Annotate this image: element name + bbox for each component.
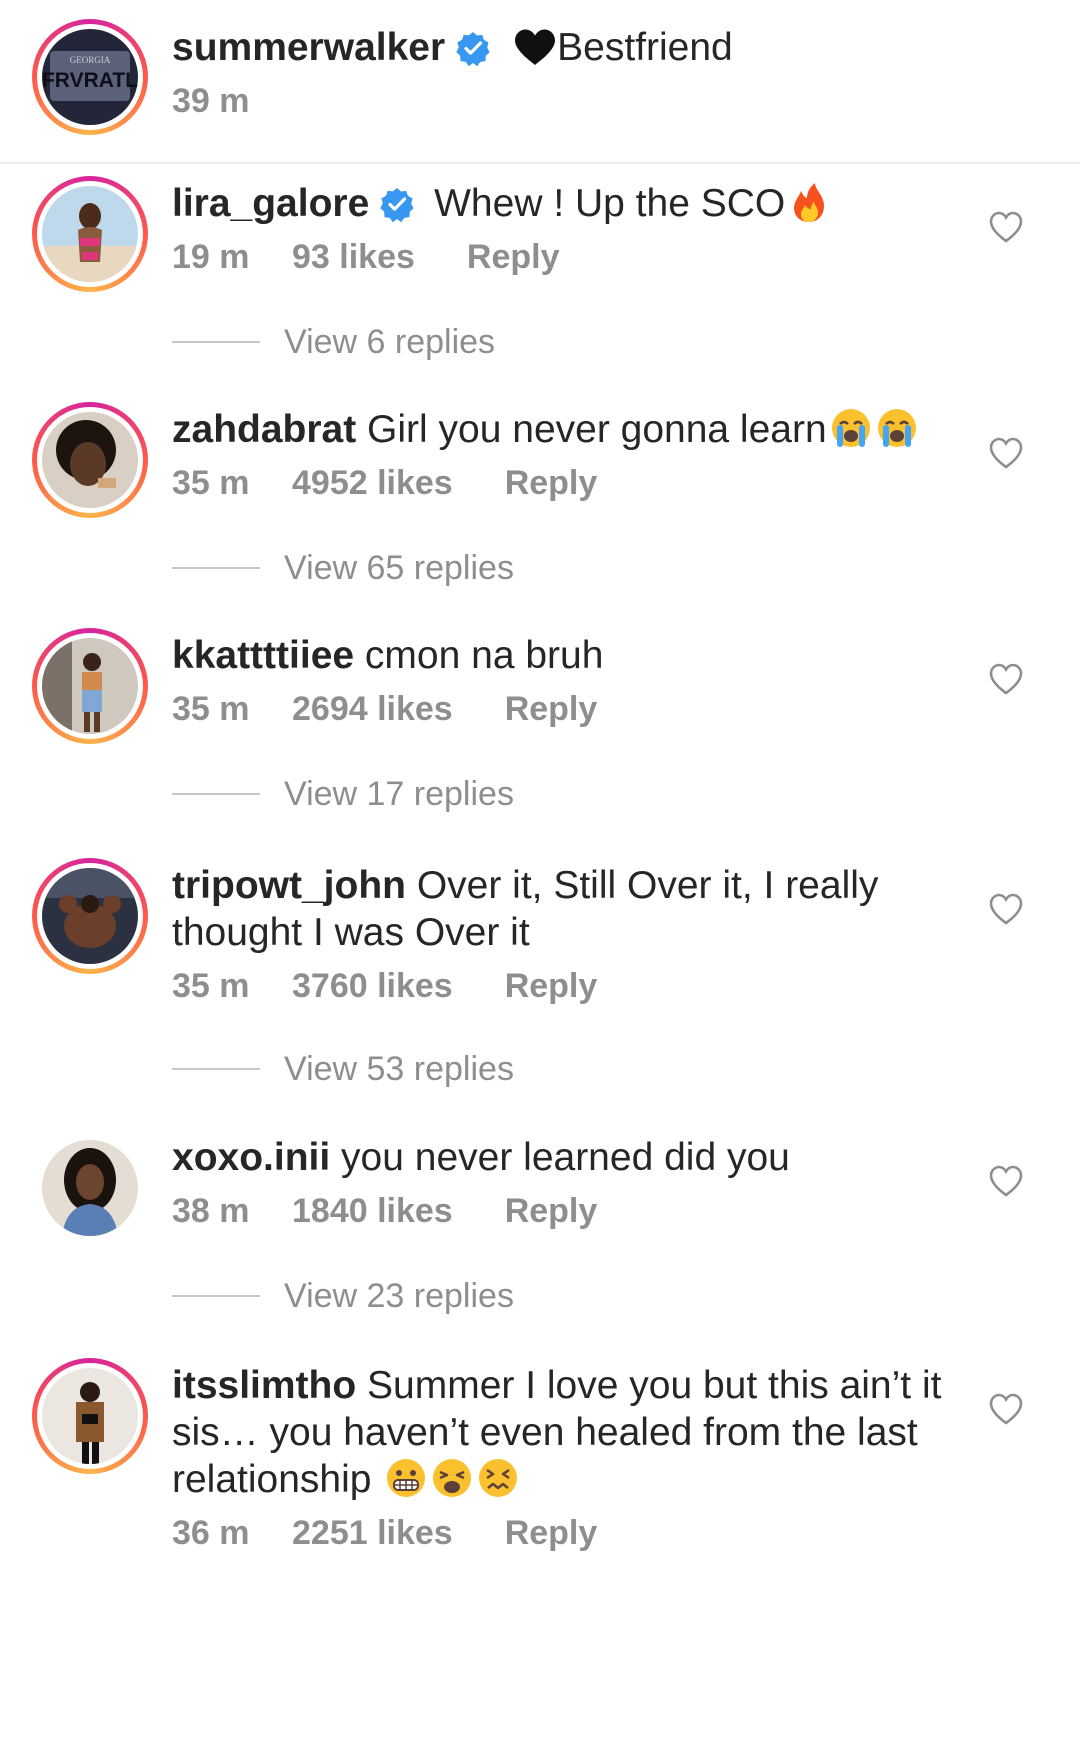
heart-outline-icon[interactable] bbox=[988, 892, 1024, 926]
comment-username[interactable]: lira_galore bbox=[172, 182, 369, 225]
view-replies-link[interactable]: View 6 replies bbox=[172, 322, 495, 362]
comment-username[interactable]: xoxo.inii bbox=[172, 1136, 330, 1179]
confounded-face-icon bbox=[479, 1459, 518, 1497]
avatar-itsslimtho[interactable] bbox=[32, 1358, 148, 1474]
comment-time: 36 m bbox=[172, 1514, 250, 1552]
replies-divider bbox=[172, 341, 260, 343]
comment-username[interactable]: tripowt_john bbox=[172, 864, 406, 907]
avatar-photo bbox=[42, 638, 138, 734]
comment-body: Girl you never gonna learn bbox=[367, 408, 827, 451]
comment-text: tripowt_john Over it, Still Over it, I r… bbox=[172, 862, 942, 956]
view-replies-link[interactable]: View 65 replies bbox=[172, 548, 514, 588]
comment-likes[interactable]: 1840 likes bbox=[292, 1191, 453, 1231]
comment-likes[interactable]: 93 likes bbox=[292, 237, 415, 277]
view-replies-link[interactable]: View 53 replies bbox=[172, 1049, 514, 1089]
verified-badge-icon bbox=[380, 188, 414, 222]
reply-button[interactable]: Reply bbox=[505, 463, 598, 503]
reply-button[interactable]: Reply bbox=[467, 237, 560, 277]
comment-meta: 35 m 3760 likes Reply bbox=[172, 966, 942, 1006]
grimacing-face-icon bbox=[387, 1459, 426, 1497]
weary-face-icon bbox=[433, 1459, 472, 1497]
avatar-lira-galore[interactable] bbox=[32, 176, 148, 292]
comments-screen: GEORGIA FRVRATL summerwalker Bestfriend 3… bbox=[0, 0, 1080, 1745]
replies-divider bbox=[172, 1295, 260, 1297]
avatar-xoxo-inii[interactable] bbox=[32, 1130, 148, 1246]
comment-likes[interactable]: 2251 likes bbox=[292, 1513, 453, 1553]
fire-emoji-icon bbox=[794, 183, 825, 222]
caption-body: Bestfriend bbox=[557, 26, 733, 69]
reply-button[interactable]: Reply bbox=[505, 1191, 598, 1231]
heart-outline-icon[interactable] bbox=[988, 210, 1024, 244]
replies-divider bbox=[172, 793, 260, 795]
replies-divider bbox=[172, 567, 260, 569]
comment-username[interactable]: itsslimtho bbox=[172, 1364, 356, 1407]
comment-body: you never learned did you bbox=[341, 1136, 790, 1179]
heart-outline-icon[interactable] bbox=[988, 662, 1024, 696]
comment-meta: 36 m 2251 likes Reply bbox=[172, 1513, 942, 1553]
comment-text: lira_galore Whew ! Up the SCO bbox=[172, 180, 942, 227]
avatar-photo bbox=[42, 868, 138, 964]
heart-outline-icon[interactable] bbox=[988, 436, 1024, 470]
comment-text: itsslimtho Summer I love you but this ai… bbox=[172, 1362, 942, 1503]
heart-outline-icon[interactable] bbox=[988, 1164, 1024, 1198]
plate-state: GEORGIA bbox=[70, 55, 111, 65]
caption-username[interactable]: summerwalker bbox=[172, 26, 445, 69]
reply-button[interactable]: Reply bbox=[505, 689, 598, 729]
loudly-crying-face-icon bbox=[831, 409, 870, 447]
comment-time: 19 m bbox=[172, 238, 250, 276]
comment-likes[interactable]: 4952 likes bbox=[292, 463, 453, 503]
comment-text: xoxo.inii you never learned did you bbox=[172, 1134, 942, 1181]
comment-text: zahdabrat Girl you never gonna learn bbox=[172, 406, 942, 453]
reply-button[interactable]: Reply bbox=[505, 1513, 598, 1553]
comment-username[interactable]: zahdabrat bbox=[172, 408, 356, 451]
avatar-photo bbox=[42, 1140, 138, 1236]
caption-meta: 39 m bbox=[172, 81, 1012, 121]
avatar-tripowt-john[interactable] bbox=[32, 858, 148, 974]
comment-time: 35 m bbox=[172, 690, 250, 728]
view-replies-link[interactable]: View 23 replies bbox=[172, 1276, 514, 1316]
avatar-zahdabrat[interactable] bbox=[32, 402, 148, 518]
replies-divider bbox=[172, 1068, 260, 1070]
caption-time: 39 m bbox=[172, 82, 250, 120]
comment-body: cmon na bruh bbox=[364, 634, 604, 677]
comment-likes[interactable]: 3760 likes bbox=[292, 966, 453, 1006]
license-plate-avatar: GEORGIA FRVRATL bbox=[42, 29, 138, 125]
comment-meta: 19 m 93 likes Reply bbox=[172, 237, 942, 277]
avatar-summerwalker[interactable]: GEORGIA FRVRATL bbox=[32, 19, 148, 135]
plate-number: FRVRATL bbox=[42, 69, 138, 92]
caption-text: summerwalker Bestfriend bbox=[172, 24, 1012, 71]
comment-meta: 35 m 2694 likes Reply bbox=[172, 689, 942, 729]
comment-body: Whew ! Up the SCO bbox=[434, 182, 786, 225]
reply-button[interactable]: Reply bbox=[505, 966, 598, 1006]
avatar-photo bbox=[42, 1368, 138, 1464]
avatar-kkattttiiee[interactable] bbox=[32, 628, 148, 744]
comment-text: kkattttiiee cmon na bruh bbox=[172, 632, 942, 679]
verified-badge-icon bbox=[456, 32, 490, 66]
avatar-photo bbox=[42, 412, 138, 508]
comment-time: 35 m bbox=[172, 967, 250, 1005]
black-heart-icon bbox=[515, 29, 556, 65]
view-replies-link[interactable]: View 17 replies bbox=[172, 774, 514, 814]
comment-time: 38 m bbox=[172, 1192, 250, 1230]
comment-username[interactable]: kkattttiiee bbox=[172, 634, 354, 677]
comment-time: 35 m bbox=[172, 464, 250, 502]
heart-outline-icon[interactable] bbox=[988, 1392, 1024, 1426]
comment-meta: 38 m 1840 likes Reply bbox=[172, 1191, 942, 1231]
avatar-photo bbox=[42, 186, 138, 282]
comment-meta: 35 m 4952 likes Reply bbox=[172, 463, 942, 503]
post-caption: GEORGIA FRVRATL summerwalker Bestfriend 3… bbox=[0, 0, 1080, 164]
loudly-crying-face-icon bbox=[877, 409, 916, 447]
comment-likes[interactable]: 2694 likes bbox=[292, 689, 453, 729]
